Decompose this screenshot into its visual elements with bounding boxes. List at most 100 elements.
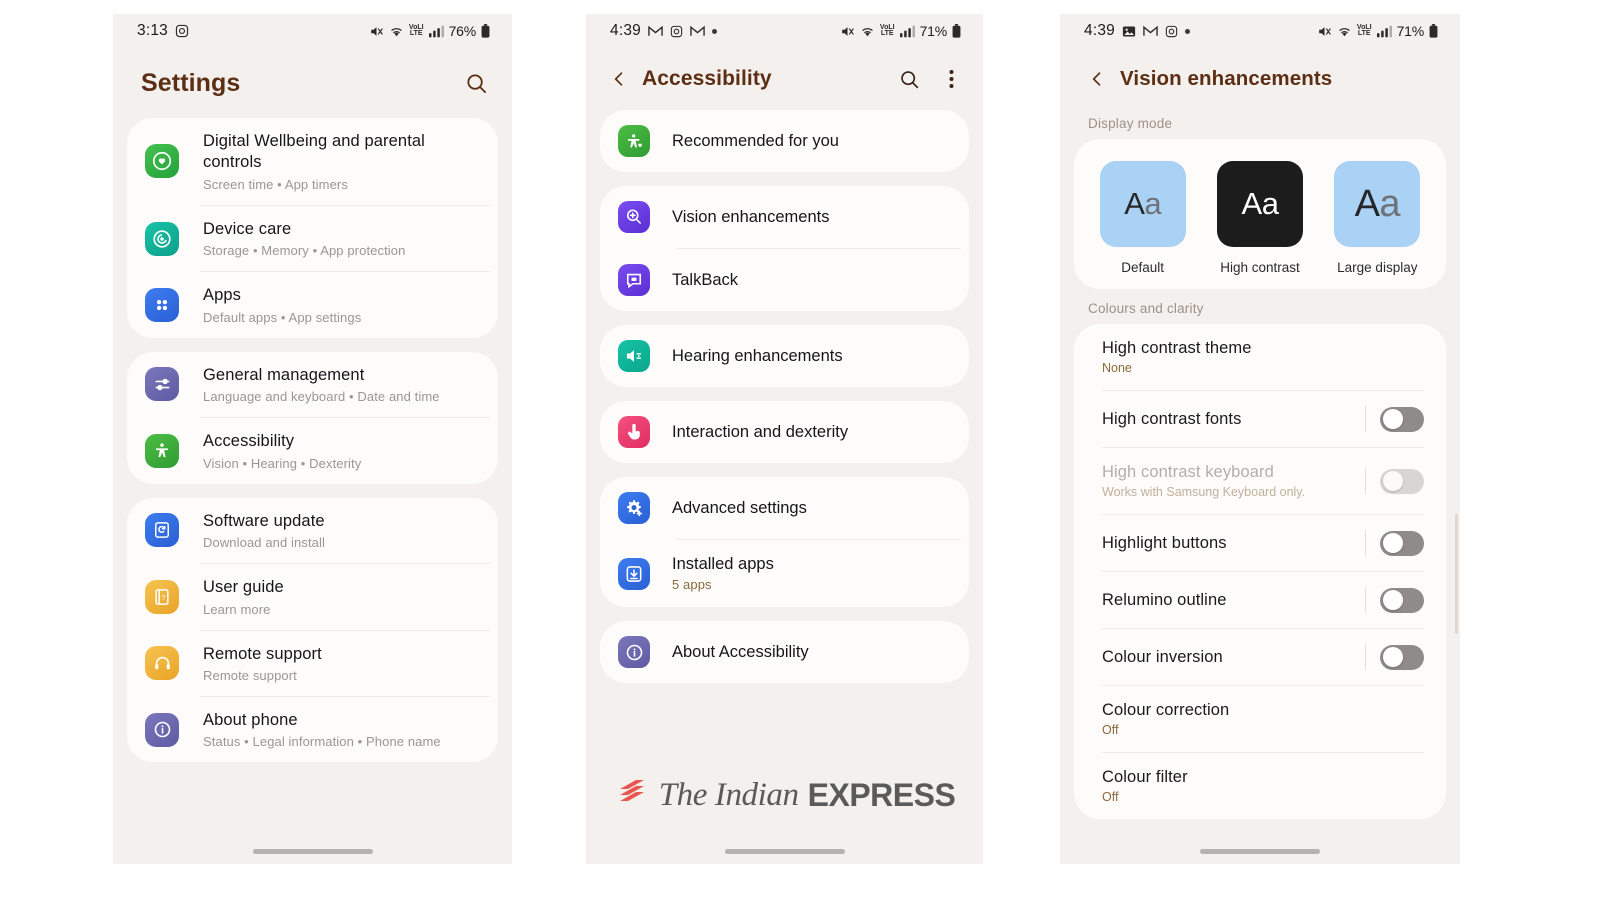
battery-icon — [952, 24, 961, 38]
row-title: Relumino outline — [1102, 590, 1227, 609]
toggle-knob — [1382, 590, 1403, 610]
row-text: High contrast fonts — [1102, 410, 1365, 429]
row-title: Recommended for you — [672, 131, 839, 150]
accessibility-row-advanced[interactable]: Advanced settings — [600, 477, 969, 539]
home-indicator[interactable] — [1200, 849, 1320, 854]
status-time: 4:39 — [1084, 22, 1115, 39]
setting-row-relumino-outline[interactable]: Relumino outline — [1074, 572, 1446, 628]
highlight-buttons-toggle[interactable] — [1380, 530, 1424, 556]
home-indicator[interactable] — [252, 849, 373, 854]
row-subtitle: Vision • Hearing • Dexterity — [203, 455, 362, 471]
toggle-area — [1365, 530, 1424, 556]
display-mode-default[interactable]: Aa Default — [1088, 161, 1198, 275]
setting-row-colour-inversion[interactable]: Colour inversion — [1074, 629, 1446, 685]
back-chevron-icon[interactable] — [604, 64, 634, 94]
accessibility-row-interaction[interactable]: Interaction and dexterity — [600, 401, 969, 463]
settings-row-about-phone[interactable]: About phone Status • Legal information •… — [127, 697, 498, 762]
headset-icon — [145, 646, 179, 681]
instagram-icon — [670, 25, 683, 38]
row-subtitle: Remote support — [203, 667, 297, 683]
toggle-knob — [1382, 647, 1403, 667]
search-icon[interactable] — [895, 65, 923, 93]
settings-row-digital-wellbeing[interactable]: Digital Wellbeing and parental controls … — [127, 118, 498, 205]
accessibility-row-vision[interactable]: Vision enhancements — [600, 186, 969, 248]
high-contrast-keyboard-toggle[interactable] — [1380, 468, 1424, 494]
volte-icon: VoLI LTE — [879, 24, 895, 37]
settings-row-device-care[interactable]: Device care Storage • Memory • App prote… — [127, 206, 498, 271]
row-title: TalkBack — [672, 270, 739, 289]
watermark: The Indian EXPRESS — [586, 775, 983, 816]
row-title: General management — [203, 365, 365, 384]
row-title: Accessibility — [203, 432, 295, 451]
settings-group: General management Language and keyboard… — [127, 351, 498, 484]
row-text: Colour correction Off — [1102, 701, 1424, 737]
row-text: High contrast theme None — [1102, 339, 1424, 375]
info-icon — [618, 636, 650, 668]
row-text: User guide Learn more — [203, 577, 480, 616]
volte-icon: VoLI LTE — [1356, 24, 1372, 37]
row-title: Hearing enhancements — [672, 346, 843, 365]
signal-icon — [428, 25, 444, 38]
setting-row-high-contrast-theme[interactable]: High contrast theme None — [1074, 324, 1446, 390]
settings-row-accessibility[interactable]: Accessibility Vision • Hearing • Dexteri… — [127, 418, 498, 483]
row-subtitle: Download and install — [203, 535, 325, 551]
toggle-area — [1365, 587, 1424, 613]
signal-icon — [899, 25, 915, 38]
row-title: Apps — [203, 286, 242, 305]
settings-row-general-management[interactable]: General management Language and keyboard… — [127, 352, 498, 417]
row-value: None — [1102, 361, 1132, 375]
page-title: Accessibility — [642, 67, 772, 90]
display-mode-large-display[interactable]: Aa Large display — [1322, 161, 1432, 275]
settings-row-remote-support[interactable]: Remote support Remote support — [127, 631, 498, 696]
back-chevron-icon[interactable] — [1082, 64, 1112, 94]
display-mode-swatch: Aa — [1216, 161, 1303, 247]
accessibility-group: Recommended for you — [600, 110, 969, 172]
volte-icon: VoLI LTE — [408, 24, 424, 37]
row-title: Device care — [203, 219, 292, 238]
row-text: Accessibility Vision • Hearing • Dexteri… — [203, 431, 480, 470]
accessibility-row-talkback[interactable]: TalkBack — [600, 249, 969, 311]
row-title: Highlight buttons — [1102, 533, 1227, 552]
mute-icon — [369, 25, 384, 38]
setting-row-colour-filter[interactable]: Colour filter Off — [1074, 753, 1446, 819]
search-icon[interactable] — [462, 69, 490, 97]
dot-icon — [1184, 28, 1190, 34]
high-contrast-fonts-toggle[interactable] — [1380, 406, 1424, 432]
mute-icon — [840, 25, 855, 38]
settings-row-software-update[interactable]: Software update Download and install — [127, 498, 498, 563]
wifi-icon — [389, 25, 404, 38]
status-bar: 4:39 VoLI LTE 71% — [586, 14, 983, 48]
accessibility-row-about[interactable]: About Accessibility — [600, 621, 969, 683]
home-indicator[interactable] — [724, 849, 845, 854]
settings-row-apps[interactable]: Apps Default apps • App settings — [127, 272, 498, 337]
row-text: Relumino outline — [1102, 591, 1365, 610]
row-title: Installed apps — [672, 555, 774, 573]
relumino-outline-toggle[interactable] — [1380, 587, 1424, 613]
display-mode-swatch: Aa — [1334, 161, 1421, 247]
gear-plus-icon — [618, 492, 650, 524]
colour-inversion-toggle[interactable] — [1380, 644, 1424, 670]
more-vertical-icon[interactable] — [937, 65, 965, 93]
accessibility-group: Advanced settings Installed apps 5 apps — [600, 477, 969, 607]
gmail-icon — [690, 25, 705, 37]
row-subtitle: Language and keyboard • Date and time — [203, 389, 440, 405]
row-title: Software update — [203, 511, 325, 530]
phone-screen-accessibility: 4:39 VoLI LTE 71% Accessibility Recommen… — [586, 14, 983, 864]
row-value: Off — [1102, 723, 1119, 737]
setting-row-colour-correction[interactable]: Colour correction Off — [1074, 686, 1446, 752]
setting-row-high-contrast-fonts[interactable]: High contrast fonts — [1074, 391, 1446, 447]
row-text: Device care Storage • Memory • App prote… — [203, 219, 480, 258]
display-mode-high-contrast[interactable]: Aa High contrast — [1205, 161, 1315, 275]
accessibility-row-hearing[interactable]: Hearing enhancements — [600, 325, 969, 387]
download-icon — [618, 557, 650, 590]
scrollbar[interactable] — [1455, 514, 1458, 634]
setting-row-highlight-buttons[interactable]: Highlight buttons — [1074, 515, 1446, 571]
accessibility-row-installed-apps[interactable]: Installed apps 5 apps — [600, 540, 969, 607]
setting-row-high-contrast-keyboard[interactable]: High contrast keyboard Works with Samsun… — [1074, 448, 1446, 514]
vertical-divider — [1365, 530, 1366, 556]
settings-row-user-guide[interactable]: ? User guide Learn more — [127, 564, 498, 629]
settings-group: Digital Wellbeing and parental controls … — [127, 118, 498, 338]
accessibility-row-recommended[interactable]: Recommended for you — [600, 110, 969, 172]
mute-icon — [1317, 25, 1332, 38]
row-title: Colour correction — [1102, 701, 1230, 719]
